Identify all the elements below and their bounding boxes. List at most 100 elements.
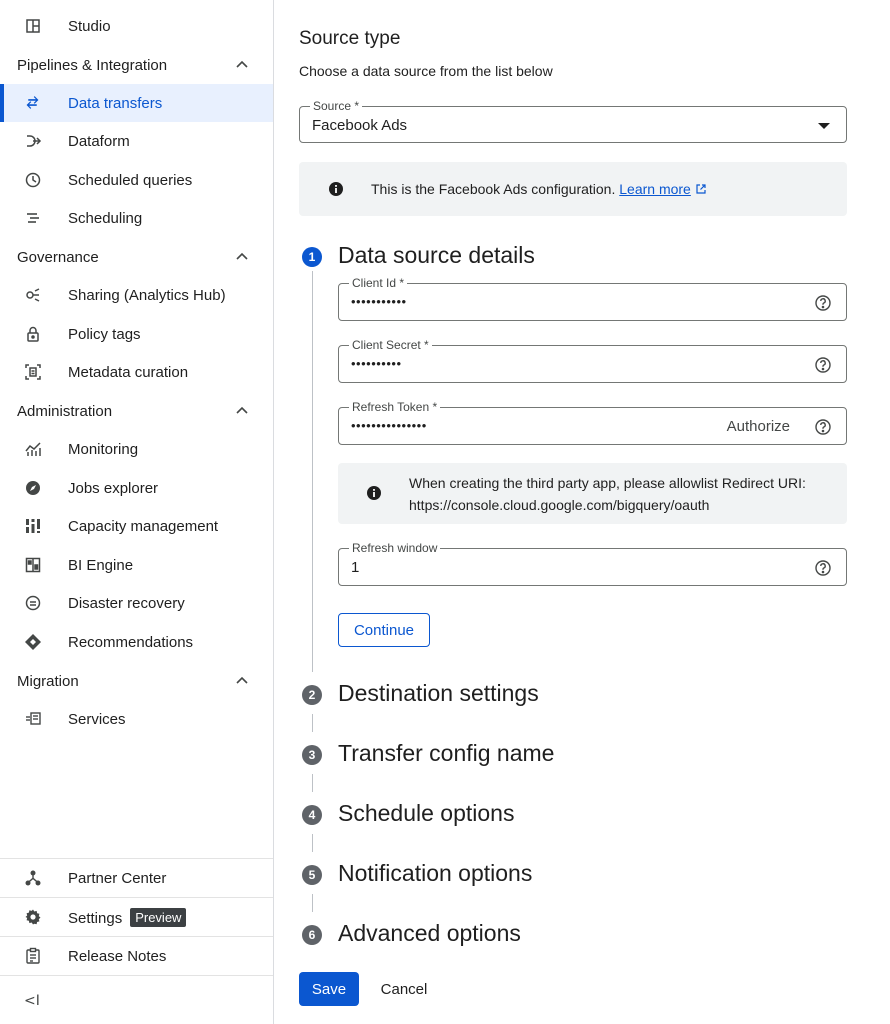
sidebar-item-label: Disaster recovery	[68, 594, 185, 612]
sidebar-item-scheduled-queries[interactable]: Scheduled queries	[0, 161, 273, 199]
chevron-up-icon	[236, 252, 248, 260]
sidebar-item-policy-tags[interactable]: Policy tags	[0, 315, 273, 353]
cancel-button[interactable]: Cancel	[369, 972, 439, 1006]
step-2-title[interactable]: Destination settings	[338, 680, 539, 707]
sidebar-item-services[interactable]: Services	[0, 700, 273, 738]
external-link-icon[interactable]	[695, 183, 707, 195]
preview-badge: Preview	[130, 907, 187, 927]
learn-more-link[interactable]: Learn more	[619, 181, 691, 197]
step-3-title[interactable]: Transfer config name	[338, 740, 554, 767]
section-label: Migration	[17, 672, 79, 690]
sidebar-item-sharing[interactable]: Sharing (Analytics Hub)	[0, 276, 273, 314]
continue-button[interactable]: Continue	[338, 613, 430, 647]
sidebar-item-label: Services	[68, 710, 126, 728]
client-secret-label: Client Secret *	[349, 338, 432, 352]
sidebar-item-disaster-recovery[interactable]: Disaster recovery	[0, 584, 273, 622]
sharing-hub-icon	[24, 286, 42, 304]
step-5-title[interactable]: Notification options	[338, 860, 532, 887]
section-label: Administration	[17, 402, 113, 420]
chevron-up-icon	[236, 406, 248, 414]
sidebar-item-label: Policy tags	[68, 325, 141, 343]
disaster-recovery-icon	[24, 594, 42, 612]
client-id-field[interactable]: Client Id * •••••••••••	[338, 276, 847, 321]
sidebar-item-label: Dataform	[68, 132, 130, 150]
help-circle-icon[interactable]	[814, 294, 832, 312]
gear-icon	[24, 908, 42, 926]
dropdown-caret-icon[interactable]	[818, 123, 830, 129]
sidebar-item-monitoring[interactable]: Monitoring	[0, 430, 273, 468]
recommendations-diamond-icon	[24, 633, 42, 651]
step-6-indicator: 6	[302, 925, 322, 945]
collapse-sidebar-button[interactable]: <I	[24, 993, 40, 1009]
section-governance[interactable]: Governance	[0, 238, 273, 276]
section-pipelines-integration[interactable]: Pipelines & Integration	[0, 46, 273, 84]
sidebar-item-bi-engine[interactable]: BI Engine	[0, 546, 273, 584]
save-button[interactable]: Save	[299, 972, 359, 1006]
sidebar-item-label: Monitoring	[68, 440, 139, 458]
sidebar-item-label: Data transfers	[68, 94, 163, 112]
source-select-label: Source *	[310, 99, 363, 113]
lock-icon	[24, 325, 42, 343]
swap-arrows-icon	[24, 94, 42, 112]
metadata-scan-icon	[24, 363, 42, 381]
sidebar-item-label: Metadata curation	[68, 363, 189, 381]
authorize-button[interactable]: Authorize	[727, 418, 790, 435]
bi-engine-icon	[24, 556, 42, 574]
refresh-token-value: •••••••••••••••	[351, 418, 427, 433]
step-connector	[312, 714, 313, 732]
compass-icon	[24, 479, 42, 497]
source-select-value: Facebook Ads	[312, 117, 408, 134]
sidebar-item-studio[interactable]: Studio	[0, 7, 273, 45]
step-1-indicator: 1	[302, 247, 322, 267]
section-migration[interactable]: Migration	[0, 662, 273, 700]
sidebar-item-label: Release Notes	[68, 947, 167, 965]
section-administration[interactable]: Administration	[0, 392, 273, 430]
migration-services-icon	[24, 710, 42, 728]
sidebar-item-capacity-management[interactable]: Capacity management	[0, 507, 273, 545]
info-icon	[329, 182, 343, 196]
sidebar-item-recommendations[interactable]: Recommendations	[0, 623, 273, 661]
sidebar-item-partner-center[interactable]: Partner Center	[0, 859, 273, 897]
sidebar-item-metadata-curation[interactable]: Metadata curation	[0, 353, 273, 391]
refresh-token-field[interactable]: Refresh Token * ••••••••••••••• Authoriz…	[338, 400, 847, 445]
sidebar-item-label: BI Engine	[68, 556, 134, 574]
step-3-indicator: 3	[302, 745, 322, 765]
step-4-title[interactable]: Schedule options	[338, 800, 514, 827]
step-1-title[interactable]: Data source details	[338, 242, 535, 269]
sidebar-item-jobs-explorer[interactable]: Jobs explorer	[0, 469, 273, 507]
refresh-window-field[interactable]: Refresh window 1	[338, 541, 847, 586]
step-6-title[interactable]: Advanced options	[338, 920, 521, 947]
help-circle-icon[interactable]	[814, 418, 832, 436]
redirect-info-line-2: https://console.cloud.google.com/bigquer…	[409, 497, 710, 513]
sidebar-item-label: Settings	[68, 909, 123, 927]
schedule-list-icon	[24, 209, 42, 227]
partner-network-icon	[24, 869, 42, 887]
chevron-up-icon	[236, 676, 248, 684]
sidebar-item-settings[interactable]: Settings Preview	[0, 898, 273, 936]
release-notes-icon	[24, 947, 42, 965]
step-4-indicator: 4	[302, 805, 322, 825]
refresh-token-label: Refresh Token *	[349, 400, 441, 414]
source-select[interactable]: Source * Facebook Ads	[299, 99, 847, 143]
dataform-icon	[24, 132, 42, 150]
clock-icon	[24, 171, 42, 189]
sidebar-item-label: Jobs explorer	[68, 479, 159, 497]
refresh-window-label: Refresh window	[349, 541, 441, 555]
sidebar-item-scheduling[interactable]: Scheduling	[0, 199, 273, 237]
sidebar-item-label: Scheduled queries	[68, 171, 193, 189]
sidebar-item-label: Recommendations	[68, 633, 194, 651]
sidebar-item-label: Capacity management	[68, 517, 219, 535]
sidebar-item-dataform[interactable]: Dataform	[0, 122, 273, 160]
help-circle-icon[interactable]	[814, 356, 832, 374]
monitoring-chart-icon	[24, 440, 42, 458]
help-circle-icon[interactable]	[814, 559, 832, 577]
client-id-label: Client Id *	[349, 276, 408, 290]
section-label: Pipelines & Integration	[17, 56, 168, 74]
sidebar-item-data-transfers[interactable]: Data transfers	[0, 84, 273, 122]
step-connector	[312, 271, 313, 672]
client-secret-field[interactable]: Client Secret * ••••••••••	[338, 338, 847, 383]
config-info-text-group: This is the Facebook Ads configuration. …	[371, 179, 707, 199]
sidebar-item-release-notes[interactable]: Release Notes	[0, 937, 273, 975]
step-5-indicator: 5	[302, 865, 322, 885]
config-info-box: This is the Facebook Ads configuration. …	[299, 162, 847, 216]
